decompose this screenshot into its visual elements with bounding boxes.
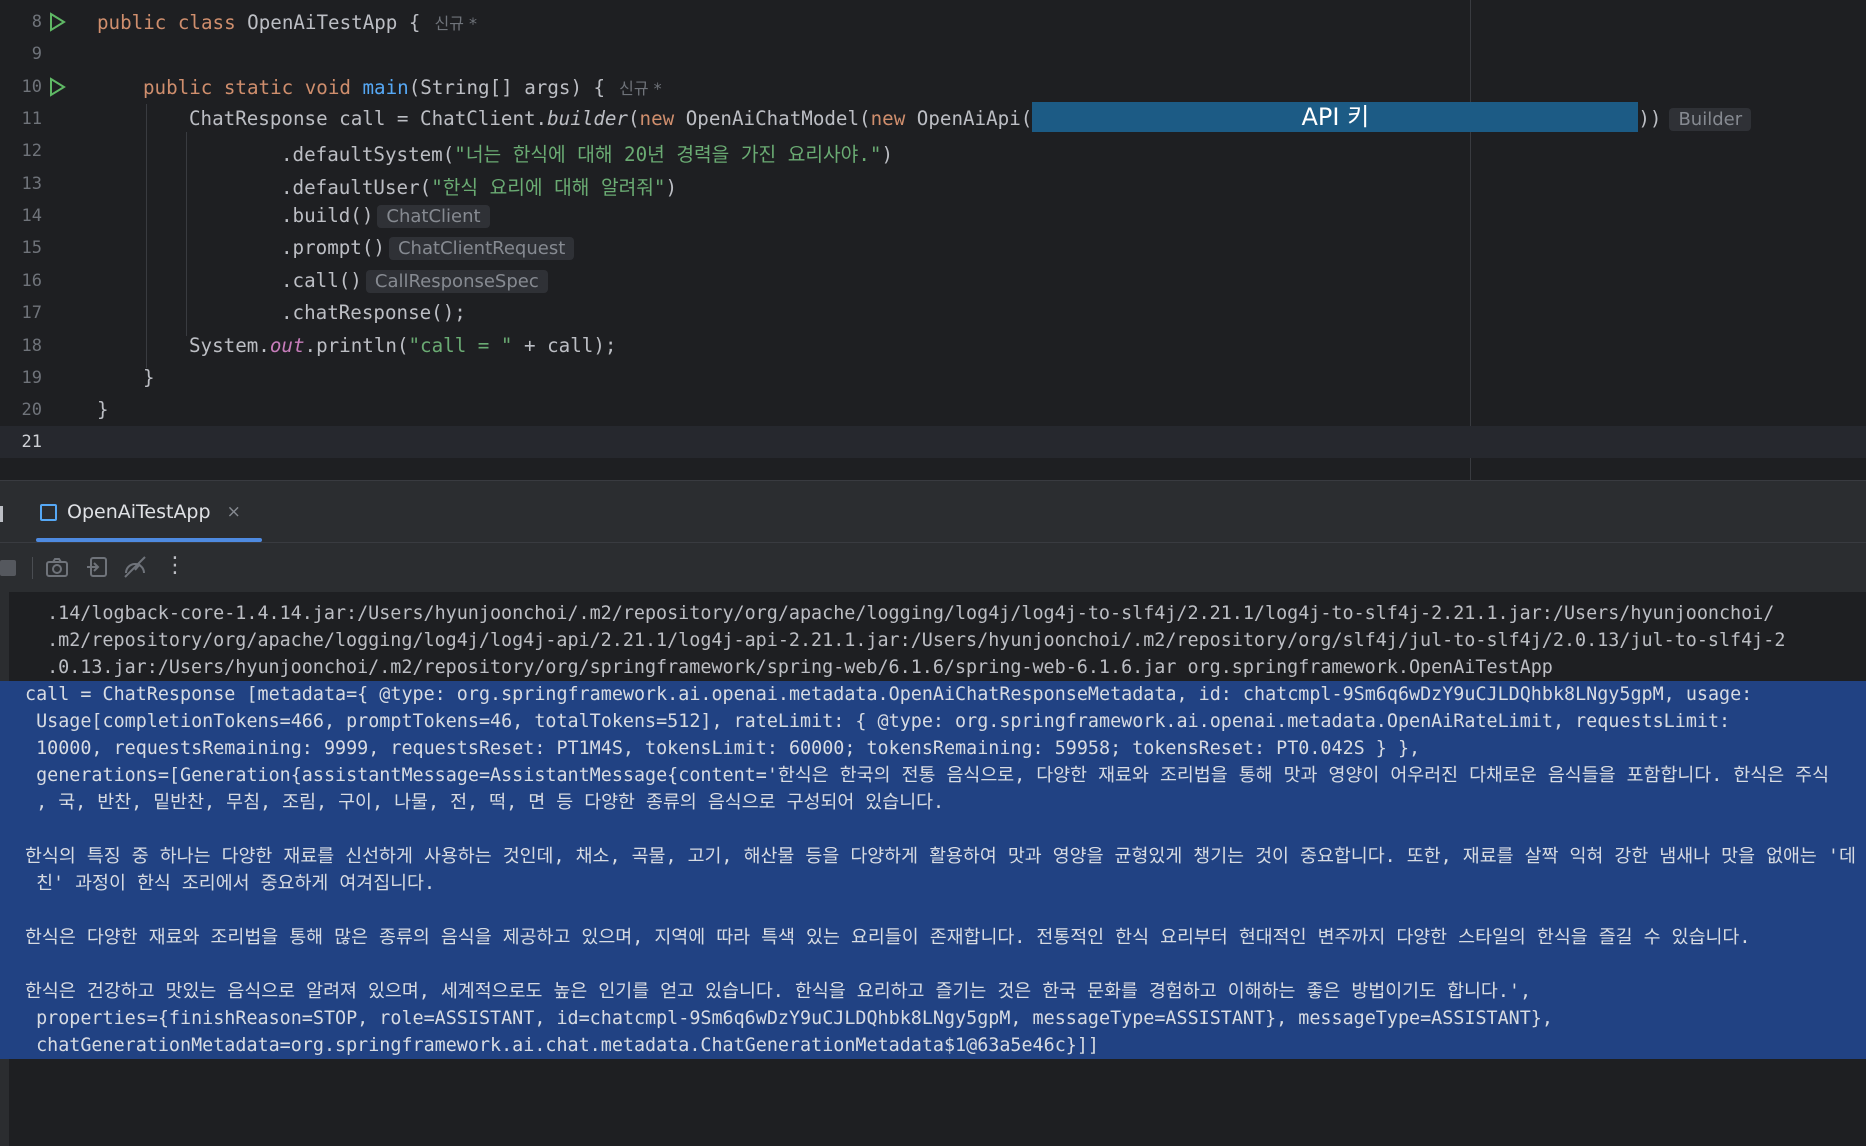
code-text: + call); <box>512 334 617 357</box>
new-tag: 신규 * <box>619 79 662 98</box>
exit-icon[interactable] <box>85 555 109 579</box>
more-icon[interactable]: ⋮ <box>164 553 186 578</box>
code-line[interactable]: 15 .prompt() ChatClientRequest <box>0 232 1866 264</box>
code-text: OpenAiChatModel( <box>674 107 871 130</box>
code-text: } <box>97 398 109 421</box>
code-line[interactable]: 18 System.out.println("call = " + call); <box>0 330 1866 362</box>
code-editor[interactable]: 8 public class OpenAiTestApp { 신규 * 9 10 … <box>0 0 1866 480</box>
code-text: .println( <box>304 334 409 357</box>
line-number: 21 <box>21 432 42 452</box>
line-number: 20 <box>21 400 42 420</box>
code-text: OpenAiApi( <box>905 107 1033 130</box>
code-text: .defaultSystem( <box>281 143 455 166</box>
code-text: .build() <box>281 204 374 227</box>
code-line[interactable]: 12 .defaultSystem("너는 한식에 대해 20년 경력을 가진 … <box>0 135 1866 167</box>
line-number: 13 <box>21 174 42 194</box>
code-line[interactable]: 11 ChatResponse call = ChatClient.builde… <box>0 101 1866 135</box>
code-text: } <box>143 366 155 389</box>
console-line: 친' 과정이 한식 조리에서 중요하게 여겨집니다. <box>0 870 1866 897</box>
class-name: OpenAiTestApp { <box>235 11 421 34</box>
code-line[interactable]: 19 } <box>0 362 1866 394</box>
camera-icon[interactable] <box>45 555 69 579</box>
code-text: ( <box>627 107 640 130</box>
code-line[interactable]: 10 public static void main(String[] args… <box>0 71 1866 103</box>
run-toolbar: ⋮ <box>0 542 1866 593</box>
static-field: out <box>269 334 305 357</box>
line-number: 9 <box>31 44 42 64</box>
code-text: .defaultUser( <box>281 176 432 199</box>
method-name: builder <box>547 107 628 130</box>
string-literal: "call = " <box>408 334 513 357</box>
type-hint: ChatClientRequest <box>388 237 575 260</box>
console-line: .14/logback-core-1.4.14.jar:/Users/hyunj… <box>36 603 1775 624</box>
code-line[interactable]: 8 public class OpenAiTestApp { 신규 * <box>0 6 1866 38</box>
panel-edge-marker <box>0 506 3 522</box>
code-text: .prompt() <box>281 236 385 259</box>
string-literal: "너는 한식에 대해 20년 경력을 가진 요리사야." <box>454 143 882 166</box>
code-text: .call() <box>281 269 362 292</box>
run-gutter-icon[interactable] <box>48 77 66 97</box>
code-line[interactable]: 13 .defaultUser("한식 요리에 대해 알려줘") <box>0 168 1866 200</box>
tab-openaitestapp[interactable]: OpenAiTestApp × <box>40 495 241 529</box>
api-key-redaction: API 키 <box>1032 101 1639 132</box>
new-tag: 신규 * <box>434 14 477 33</box>
line-number: 10 <box>21 77 42 97</box>
console-line <box>0 816 1866 843</box>
code-text: ) <box>665 176 678 199</box>
console-line: .m2/repository/org/apache/logging/log4j/… <box>36 630 1786 651</box>
run-tool-window-tabbar: OpenAiTestApp × <box>0 480 1866 543</box>
console-line: call = ChatResponse [metadata={ @type: o… <box>0 681 1866 708</box>
line-number: 8 <box>31 12 42 32</box>
line-number: 18 <box>21 336 42 356</box>
line-number: 11 <box>21 109 42 129</box>
line-number: 12 <box>21 141 42 161</box>
keyword: public static void <box>143 76 351 99</box>
console-line: 한식은 건강하고 맛있는 음식으로 알려져 있으며, 세계적으로도 높은 인기를… <box>0 978 1866 1005</box>
code-line[interactable]: 20 } <box>0 394 1866 426</box>
code-line[interactable]: 14 .build() ChatClient <box>0 200 1866 232</box>
console-line: 한식은 다양한 재료와 조리법을 통해 많은 종류의 음식을 제공하고 있으며,… <box>0 924 1866 951</box>
code-text: )) <box>1638 107 1662 130</box>
line-number: 14 <box>21 206 42 226</box>
console-line: 10000, requestsRemaining: 9999, requests… <box>0 735 1866 762</box>
run-config-icon <box>40 503 57 521</box>
code-line[interactable]: 17 .chatResponse(); <box>0 297 1866 329</box>
code-text: ChatResponse call = ChatClient. <box>189 107 548 130</box>
console-line: 한식의 특징 중 하나는 다양한 재료를 신선하게 사용하는 것인데, 채소, … <box>0 843 1866 870</box>
type-hint: Builder <box>1669 108 1752 131</box>
console-line: , 국, 반찬, 밑반찬, 무침, 조림, 구이, 나물, 전, 떡, 면 등 … <box>0 789 1866 816</box>
close-icon[interactable]: × <box>227 502 241 522</box>
code-text: ) <box>881 143 894 166</box>
console-line: generations=[Generation{assistantMessage… <box>0 762 1866 789</box>
type-hint: ChatClient <box>377 205 490 228</box>
run-gutter-icon[interactable] <box>48 12 66 32</box>
code-text: (String[] args) { <box>408 76 606 99</box>
toolbar-separator <box>32 557 33 579</box>
console-line: Usage[completionTokens=466, promptTokens… <box>0 708 1866 735</box>
code-line[interactable]: 16 .call() CallResponseSpec <box>0 265 1866 297</box>
code-line[interactable]: 9 <box>0 38 1866 70</box>
console-line: chatGenerationMetadata=org.springframewo… <box>0 1032 1866 1059</box>
console-line <box>0 897 1866 924</box>
keyword: new <box>639 107 675 130</box>
console-output[interactable]: .14/logback-core-1.4.14.jar:/Users/hyunj… <box>0 592 1866 1146</box>
code-text: .chatResponse(); <box>281 301 466 324</box>
console-line: .0.13.jar:/Users/hyunjoonchoi/.m2/reposi… <box>36 657 1553 678</box>
keyword: new <box>870 107 906 130</box>
string-literal: "한식 요리에 대해 알려줘" <box>431 176 666 199</box>
keyword: public class <box>97 11 236 34</box>
line-number: 15 <box>21 238 42 258</box>
method-name: main <box>362 76 409 99</box>
stop-icon[interactable] <box>0 555 24 579</box>
tab-label: OpenAiTestApp <box>67 501 211 523</box>
line-number: 16 <box>21 271 42 291</box>
code-line-current[interactable]: 21 <box>0 426 1866 458</box>
console-line <box>0 951 1866 978</box>
type-hint: CallResponseSpec <box>365 270 548 293</box>
line-number: 17 <box>21 303 42 323</box>
line-number: 19 <box>21 368 42 388</box>
profiler-icon[interactable] <box>123 555 147 579</box>
code-text: System. <box>189 334 270 357</box>
console-line: properties={finishReason=STOP, role=ASSI… <box>0 1005 1866 1032</box>
